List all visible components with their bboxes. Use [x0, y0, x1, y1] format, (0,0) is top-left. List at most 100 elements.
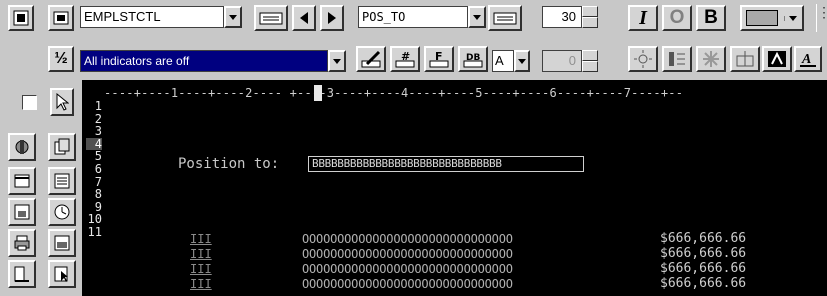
data-type-value[interactable]: A — [492, 50, 514, 72]
amount-field[interactable]: $666,666.66 — [660, 246, 746, 261]
keyboard-field-button[interactable] — [488, 5, 522, 31]
image-icon — [13, 203, 31, 221]
window-tool-button[interactable] — [8, 167, 36, 195]
select-checkbox[interactable] — [22, 95, 37, 110]
decimals-spinner[interactable]: 0 — [542, 50, 598, 72]
designer-toolbar: EMPLSTCTL POS_TO 30 I O B ⋮ ½ All indica… — [0, 0, 827, 80]
amount-field[interactable]: $666,666.66 — [660, 261, 746, 276]
record-format-value[interactable]: EMPLSTCTL — [80, 6, 224, 28]
line-number: 11 — [87, 224, 102, 239]
window-icon — [13, 172, 31, 190]
previous-button[interactable] — [292, 5, 316, 31]
db-field-button[interactable]: DB — [458, 46, 488, 72]
clock-tool-button[interactable] — [48, 198, 76, 226]
reverse-image-icon — [767, 50, 787, 68]
outline-button[interactable]: O — [662, 5, 692, 31]
subfile-icon — [53, 234, 71, 252]
italic-button[interactable]: I — [628, 5, 658, 31]
pencil-icon — [361, 50, 381, 68]
reverse-image-button[interactable] — [762, 46, 792, 72]
chevron-down-icon[interactable] — [224, 6, 242, 28]
hash-field-icon: # — [395, 50, 415, 68]
list-icon — [53, 172, 71, 190]
outline-label: O — [669, 7, 685, 28]
column-separator-icon — [667, 50, 687, 68]
printer-tool-button[interactable] — [8, 229, 36, 257]
screen-designer-button[interactable] — [8, 5, 34, 31]
chevron-down-icon[interactable] — [468, 6, 486, 28]
field-name-combo[interactable]: POS_TO — [358, 6, 486, 28]
fraction-icon: ½ — [54, 50, 68, 67]
sun-icon — [633, 49, 653, 69]
spinner-arrows[interactable] — [582, 50, 598, 72]
tools-icon — [13, 138, 31, 156]
svg-text:DB: DB — [466, 53, 480, 63]
record-icon — [52, 9, 70, 27]
nondisplay-button[interactable] — [730, 46, 760, 72]
indicator-field[interactable]: III — [190, 247, 212, 261]
screen-icon — [12, 9, 30, 27]
screen-editor[interactable]: ----+----1----+----2---- +----3----+----… — [82, 80, 827, 296]
keyboard-button[interactable] — [254, 5, 288, 31]
ruler-cursor-marker — [314, 85, 322, 101]
cursor-arrow-icon — [55, 93, 69, 111]
indicator-field[interactable]: III — [190, 277, 212, 291]
cursor-select-icon — [53, 265, 71, 283]
indicator-field[interactable]: III — [190, 232, 212, 246]
underline-button[interactable]: A — [794, 46, 822, 72]
constant-tool-button[interactable] — [48, 133, 76, 161]
chevron-down-icon[interactable] — [328, 50, 346, 72]
image-tool-button[interactable] — [8, 198, 36, 226]
list-tool-button[interactable] — [48, 167, 76, 195]
next-button[interactable] — [320, 5, 344, 31]
indicators-combo[interactable]: All indicators are off — [80, 50, 346, 72]
field-tool-button[interactable] — [8, 133, 36, 161]
amount-field[interactable]: $666,666.66 — [660, 231, 746, 246]
svg-text:A: A — [801, 52, 811, 67]
toolbar-overflow[interactable]: ⋮ — [816, 4, 827, 32]
indicators-value[interactable]: All indicators are off — [80, 50, 328, 72]
record-button[interactable] — [48, 5, 74, 31]
highlight-button[interactable] — [628, 46, 658, 72]
indicator-field[interactable]: III — [190, 262, 212, 276]
data-type-combo[interactable]: A — [492, 50, 530, 72]
arrow-right-icon — [326, 11, 338, 25]
chevron-down-icon[interactable] — [514, 50, 530, 72]
select-area-tool-button[interactable] — [48, 260, 76, 288]
name-field[interactable]: OOOOOOOOOOOOOOOOOOOOOOOOOOOOOO — [302, 262, 513, 276]
record-format-combo[interactable]: EMPLSTCTL — [80, 6, 242, 28]
blink-button[interactable] — [696, 46, 726, 72]
line-number-gutter: 1 2 3 4 5 6 7 8 9 10 11 — [86, 100, 102, 239]
bold-button[interactable]: B — [696, 5, 726, 31]
keyboard-icon — [493, 10, 517, 26]
line-number: 3 — [94, 124, 102, 139]
amount-field[interactable]: $666,666.66 — [660, 276, 746, 291]
bold-label: B — [704, 7, 718, 28]
name-field[interactable]: OOOOOOOOOOOOOOOOOOOOOOOOOOOOOO — [302, 232, 513, 246]
decimals-value[interactable]: 0 — [542, 50, 582, 72]
db-field-icon: DB — [463, 50, 483, 68]
column-separator-button[interactable] — [662, 46, 692, 72]
length-value[interactable]: 30 — [542, 6, 582, 28]
chevron-down-icon — [784, 15, 797, 21]
box-tool-button[interactable] — [8, 260, 36, 288]
fraction-button[interactable]: ½ — [48, 46, 74, 72]
length-spinner[interactable]: 30 — [542, 6, 598, 28]
edit-field-button[interactable] — [356, 46, 386, 72]
svg-text:#: # — [401, 50, 410, 63]
numeric-field-button[interactable]: # — [390, 46, 420, 72]
position-to-field[interactable]: BBBBBBBBBBBBBBBBBBBBBBBBBBBBBB — [308, 156, 584, 172]
tool-palette — [0, 80, 82, 296]
color-picker-button[interactable] — [740, 5, 804, 31]
name-field[interactable]: OOOOOOOOOOOOOOOOOOOOOOOOOOOOOO — [302, 247, 513, 261]
f-field-icon: F — [429, 50, 449, 68]
color-swatch-icon — [746, 10, 778, 26]
pointer-button[interactable] — [50, 88, 74, 116]
field-name-value[interactable]: POS_TO — [358, 6, 468, 28]
spinner-arrows[interactable] — [582, 6, 598, 28]
subfile-tool-button[interactable] — [48, 229, 76, 257]
field-button[interactable]: F — [424, 46, 454, 72]
position-to-label: Position to: — [178, 156, 280, 172]
nondisplay-icon — [735, 50, 755, 68]
name-field[interactable]: OOOOOOOOOOOOOOOOOOOOOOOOOOOOOO — [302, 277, 513, 291]
